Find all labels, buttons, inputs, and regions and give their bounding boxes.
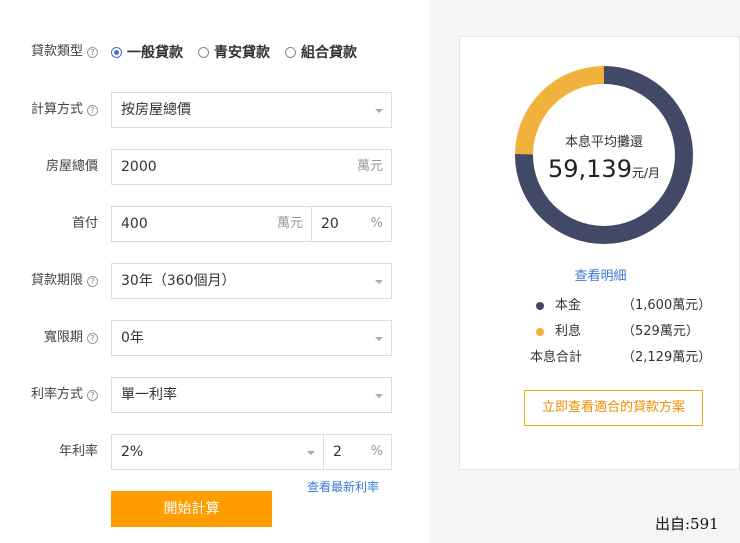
loan-term-select[interactable]: 30年（360個月） — [111, 263, 392, 299]
annual-rate-label: 年利率 — [58, 444, 98, 459]
grace-period-label: 寬限期 — [43, 330, 83, 345]
loan-term-row: 貸款期限? 30年（360個月） — [0, 263, 430, 299]
source-label: 出自:591 — [655, 515, 719, 533]
grace-period-select[interactable]: 0年 — [111, 320, 392, 356]
down-payment-row: 首付 400 萬元 20% — [0, 206, 430, 242]
total-label: 本息合計 — [530, 350, 583, 365]
down-payment-amount-unit: 萬元 — [276, 216, 303, 231]
annual-rate-unit: % — [370, 444, 383, 459]
rate-mode-label: 利率方式 — [30, 387, 83, 402]
calc-method-row: 計算方式? 按房屋總價 — [0, 92, 430, 128]
house-price-unit: 萬元 — [356, 159, 383, 174]
total-value: （2,129萬元） — [622, 350, 712, 365]
house-price-input[interactable]: 2000 萬元 — [111, 149, 392, 185]
result-panel: 本息平均攤還 59,139元/月 查看明細 本金 （1,600萬元） 利息 （5… — [459, 36, 740, 470]
rate-mode-row: 利率方式? 單一利率 — [0, 377, 430, 413]
annual-rate-select[interactable]: 2% — [111, 434, 324, 470]
view-loan-plans-button[interactable]: 立即查看適合的貸款方案 — [524, 390, 703, 426]
chevron-down-icon — [375, 337, 383, 341]
loan-type-radio-group: 一般貸款 青安貸款 組合貸款 — [111, 34, 372, 70]
chevron-down-icon — [375, 280, 383, 284]
down-payment-percent-input[interactable]: 20% — [311, 206, 392, 242]
radio-combo-loan[interactable]: 組合貸款 — [285, 42, 357, 62]
house-price-label: 房屋總價 — [45, 159, 98, 174]
interest-value: （529萬元） — [622, 324, 699, 339]
grace-period-row: 寬限期? 0年 — [0, 320, 430, 356]
loan-type-row: 貸款類型? 一般貸款 青安貸款 組合貸款 — [0, 34, 430, 70]
chevron-down-icon — [307, 451, 315, 455]
monthly-payment: 59,139元/月 — [514, 155, 694, 183]
loan-form: 貸款類型? 一般貸款 青安貸款 組合貸款 計算方式? 按房屋總價 房屋總價 20… — [0, 0, 430, 543]
help-icon[interactable]: ? — [87, 46, 98, 58]
calc-method-label: 計算方式 — [30, 102, 83, 117]
down-payment-percent-unit: % — [370, 216, 383, 231]
radio-checked-icon — [111, 46, 122, 58]
annual-rate-input[interactable]: 2% — [323, 434, 392, 470]
principal-label: 本金 — [555, 298, 582, 313]
house-price-row: 房屋總價 2000 萬元 — [0, 149, 430, 185]
chevron-down-icon — [375, 109, 383, 113]
principal-value: （1,600萬元） — [622, 298, 712, 313]
calculate-button[interactable]: 開始計算 — [111, 491, 272, 527]
help-icon[interactable]: ? — [87, 275, 98, 287]
radio-unchecked-icon — [198, 46, 209, 58]
radio-unchecked-icon — [285, 46, 296, 58]
loan-type-label: 貸款類型 — [30, 44, 83, 59]
down-payment-amount-input[interactable]: 400 萬元 — [111, 206, 312, 242]
radio-general-loan[interactable]: 一般貸款 — [111, 42, 183, 62]
latest-rate-link[interactable]: 查看最新利率 — [307, 478, 379, 495]
rate-mode-select[interactable]: 單一利率 — [111, 377, 392, 413]
chevron-down-icon — [375, 394, 383, 398]
help-icon[interactable]: ? — [87, 389, 98, 401]
down-payment-label: 首付 — [71, 216, 98, 231]
donut-caption: 本息平均攤還 — [564, 135, 643, 150]
help-icon[interactable]: ? — [87, 104, 98, 116]
annual-rate-row: 年利率 2% 2% — [0, 434, 430, 470]
interest-dot-icon — [536, 328, 544, 336]
help-icon[interactable]: ? — [87, 332, 98, 344]
monthly-amount: 59,139 — [547, 155, 632, 183]
view-details-link[interactable]: 查看明細 — [460, 265, 740, 284]
principal-dot-icon — [536, 302, 544, 310]
monthly-unit: 元/月 — [631, 166, 661, 180]
calc-method-select[interactable]: 按房屋總價 — [111, 92, 392, 128]
interest-label: 利息 — [555, 324, 582, 339]
radio-youth-loan[interactable]: 青安貸款 — [198, 42, 270, 62]
loan-term-label: 貸款期限 — [30, 273, 83, 288]
